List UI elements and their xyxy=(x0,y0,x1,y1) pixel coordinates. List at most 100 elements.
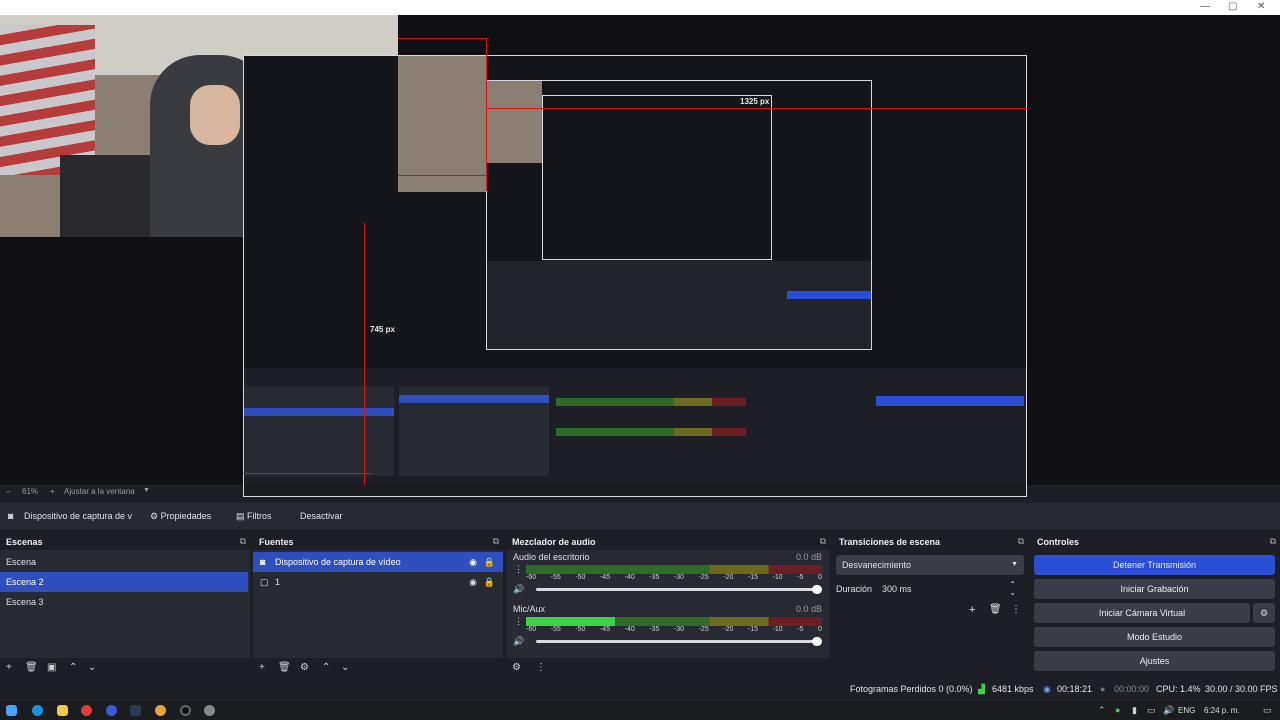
settings-button[interactable]: Ajustes xyxy=(1034,651,1275,671)
scenes-list: Escena Escena 2 Escena 3 xyxy=(0,550,250,658)
duration-label: Duración xyxy=(836,584,873,594)
meter-tick-label: -5 xyxy=(797,626,804,633)
fit-to-window-label[interactable]: Ajustar a la ventana xyxy=(64,487,135,496)
kebab-icon[interactable]: ⋮ xyxy=(1011,604,1021,615)
mixer-footer: ⚙ ⋮ xyxy=(506,660,830,678)
transition-selected: Desvanecimiento xyxy=(842,560,912,570)
trash-icon[interactable]: 🗑 xyxy=(989,604,1002,615)
filters-button[interactable]: ▤ Filtros xyxy=(230,507,278,525)
source-item[interactable]: ▢ 1 ◉ 🔒 xyxy=(253,572,503,592)
down-arrow-icon[interactable]: ⌄ xyxy=(88,662,96,673)
volume-meter xyxy=(526,565,822,574)
lock-icon[interactable]: 🔒 xyxy=(484,552,495,572)
selected-source-label: Dispositivo de captura de v xyxy=(24,511,133,521)
language-indicator[interactable]: ENG xyxy=(1178,706,1195,715)
add-icon[interactable]: + xyxy=(259,662,265,673)
add-icon[interactable]: + xyxy=(6,662,12,673)
eye-icon[interactable]: ◉ xyxy=(469,572,477,592)
undock-icon[interactable]: ⧉ xyxy=(820,536,826,547)
trash-icon[interactable]: 🗑 xyxy=(278,662,291,673)
slider-knob[interactable] xyxy=(812,637,822,646)
window-icon: ▢ xyxy=(260,577,269,587)
record-time: 00:00:00 xyxy=(1114,684,1150,694)
controls-body: Detener Transmisión Iniciar Grabación In… xyxy=(1031,550,1280,678)
spin-down-icon[interactable]: ⌄ xyxy=(1009,583,1016,603)
steam-icon[interactable] xyxy=(130,705,141,716)
duration-value: 300 ms xyxy=(882,584,912,594)
kebab-icon[interactable]: ⋮ xyxy=(514,564,523,575)
volume-icon[interactable]: 🔊 xyxy=(1163,705,1174,716)
meter-ticks: -60 -55 -50 -45 -40 -35 -30 -25 -20 -15 -10 -5 0 xyxy=(526,574,822,581)
scene-item[interactable]: Escena 3 xyxy=(0,592,250,612)
edge-icon[interactable] xyxy=(32,705,43,716)
up-arrow-icon[interactable]: ⌃ xyxy=(69,662,77,673)
notifications-icon[interactable]: ▭ xyxy=(1263,705,1272,716)
undock-icon[interactable]: ⧉ xyxy=(493,536,499,547)
transition-select[interactable]: Desvanecimiento ▼ xyxy=(836,555,1024,575)
chevron-down-icon[interactable]: ▼ xyxy=(143,487,150,494)
meter-tick-label: -10 xyxy=(772,574,783,581)
start-recording-button[interactable]: Iniciar Grabación xyxy=(1034,579,1275,599)
up-arrow-icon[interactable]: ⌃ xyxy=(322,662,330,673)
lock-icon[interactable]: 🔒 xyxy=(484,572,495,592)
trash-icon[interactable]: 🗑 xyxy=(25,662,38,673)
volume-slider[interactable] xyxy=(536,585,822,594)
stop-stream-button[interactable]: Detener Transmisión xyxy=(1034,555,1275,575)
studio-mode-button[interactable]: Modo Estudio xyxy=(1034,627,1275,647)
windows-start-icon[interactable] xyxy=(6,705,17,716)
chrome-icon[interactable] xyxy=(155,705,166,716)
clock[interactable]: 6:24 p. m. xyxy=(1204,706,1240,715)
settings-app-icon[interactable] xyxy=(204,705,215,716)
meter-ticks: -60 -55 -50 -45 -40 -35 -30 -25 -20 -15 -10 -5 0 xyxy=(526,626,822,633)
obs-icon[interactable] xyxy=(180,705,191,716)
add-icon[interactable]: + xyxy=(969,604,975,616)
eye-icon[interactable]: ◉ xyxy=(469,552,477,572)
meter-tick-label: 0 xyxy=(817,574,822,581)
speaker-icon[interactable]: 🔊 xyxy=(513,584,524,595)
mic-icon[interactable]: ▮ xyxy=(1132,705,1137,716)
app-icon[interactable] xyxy=(106,705,117,716)
sources-title: Fuentes xyxy=(259,537,294,547)
source-item-selected[interactable]: ◙ Dispositivo de captura de vídeo ◉ 🔒 xyxy=(253,552,503,572)
tray-app-icon[interactable]: ● xyxy=(1115,705,1120,715)
sources-list: ◙ Dispositivo de captura de vídeo ◉ 🔒 ▢ … xyxy=(253,550,503,658)
duration-field[interactable]: 300 ms ⌃ ⌄ xyxy=(879,579,1024,599)
gear-icon[interactable]: ⚙ xyxy=(512,662,521,673)
zoom-minus-icon[interactable]: – xyxy=(6,487,10,496)
volume-slider[interactable] xyxy=(536,637,822,646)
meter-tick-label: -5 xyxy=(797,574,804,581)
undock-icon[interactable]: ⧉ xyxy=(1270,536,1276,547)
file-explorer-icon[interactable] xyxy=(57,705,68,716)
speaker-icon[interactable]: 🔊 xyxy=(513,636,524,647)
zoom-plus-icon[interactable]: + xyxy=(50,487,55,496)
network-icon[interactable]: ▭ xyxy=(1147,705,1156,716)
down-arrow-icon[interactable]: ⌄ xyxy=(341,662,349,673)
deactivate-button[interactable]: Desactivar xyxy=(294,507,349,525)
meter-tick-label: -35 xyxy=(649,574,660,581)
slider-knob[interactable] xyxy=(812,585,822,594)
maximize-icon[interactable]: ▢ xyxy=(1228,1,1237,12)
tray-chevron-icon[interactable]: ⌃ xyxy=(1098,705,1106,716)
kebab-icon[interactable]: ⋮ xyxy=(514,616,523,627)
gear-icon[interactable]: ⚙ xyxy=(300,662,309,673)
properties-button[interactable]: ⚙ Propiedades xyxy=(144,507,217,525)
record-icon: ● xyxy=(1100,684,1106,694)
app-icon[interactable] xyxy=(81,705,92,716)
zoom-value[interactable]: 61% xyxy=(22,487,38,496)
kebab-icon[interactable]: ⋮ xyxy=(536,662,546,673)
mixer-channel-mic: Mic/Aux 0.0 dB ⋮ -60 -55 -50 -45 -40 -35 -30 -2… xyxy=(506,604,830,647)
preview-canvas[interactable]: NY 1325 px 745 px xyxy=(0,15,1280,497)
virtual-camera-button[interactable]: Iniciar Cámara Virtual xyxy=(1034,603,1250,623)
close-icon[interactable]: ✕ xyxy=(1257,1,1265,12)
scene-item[interactable]: Escena xyxy=(0,552,250,572)
scene-item-selected[interactable]: Escena 2 xyxy=(0,572,248,592)
gear-icon[interactable]: ⚙ xyxy=(1253,603,1275,623)
channel-db: 0.0 dB xyxy=(795,552,822,562)
minimize-icon[interactable]: — xyxy=(1200,1,1210,12)
meter-tick-label: -60 xyxy=(526,574,537,581)
filter-icon[interactable]: ▣ xyxy=(47,662,56,673)
undock-icon[interactable]: ⧉ xyxy=(1018,536,1024,547)
volume-meter xyxy=(526,617,822,626)
camera-icon: ◙ xyxy=(8,511,14,521)
undock-icon[interactable]: ⧉ xyxy=(240,536,246,547)
